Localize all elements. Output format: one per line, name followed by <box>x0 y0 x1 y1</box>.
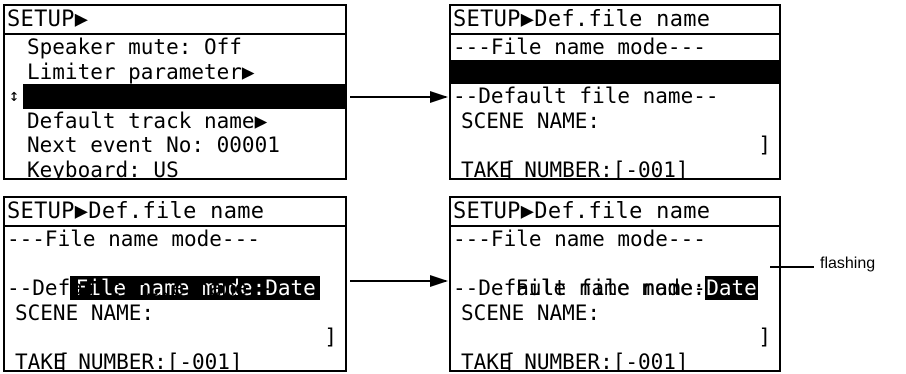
def-file-name-screen: SETUP▶Def.file name ---File name mode---… <box>449 196 781 372</box>
screen-title: SETUP▶Def.file name <box>5 198 345 227</box>
menu-item-speaker-mute[interactable]: Speaker mute: Off <box>5 35 345 60</box>
screen-title: SETUP▶Def.file name <box>451 6 779 35</box>
menu-item-limiter-parameter[interactable]: Limiter parameter▶ <box>5 60 345 85</box>
bracket-right: ] <box>758 133 771 157</box>
menu-item-next-event-no[interactable]: Next event No: 00001 <box>5 133 345 158</box>
callout-label-flashing: flashing <box>820 255 876 272</box>
take-number[interactable]: TAKE NUMBER:[-001] <box>451 158 779 179</box>
section-header-default-file-name: --Default file name-- <box>7 276 273 300</box>
section-header-file-name-mode: ---File name mode--- <box>453 35 706 59</box>
setup-menu-screen: SETUP▶ Speaker mute: Off Limiter paramet… <box>3 4 347 180</box>
scene-name-label: SCENE NAME: <box>15 300 155 325</box>
bracket-right: ] <box>324 325 337 349</box>
cursor-arrows-icon: ↕ <box>5 84 23 109</box>
callout-leader-line <box>770 266 814 268</box>
menu-item-default-track-name[interactable]: Default track name▶ <box>5 109 345 134</box>
scene-name-label: SCENE NAME: <box>461 300 601 325</box>
scene-name-label: SCENE NAME: <box>461 108 601 133</box>
take-number[interactable]: TAKE NUMBER:[-001] <box>5 350 345 371</box>
menu-item-default-file-name[interactable]: ↕ Default file name▶ <box>5 84 345 157</box>
section-header-default-file-name: --Default file name-- <box>453 84 719 108</box>
arrow-right-icon <box>350 275 448 287</box>
screen-title: SETUP▶ <box>5 6 345 35</box>
bracket-right: ] <box>758 325 771 349</box>
def-file-name-screen: SETUP▶Def.file name ---File name mode---… <box>3 196 347 372</box>
scene-name-field[interactable]: [ ] <box>451 325 779 370</box>
arrow-right-icon <box>350 91 448 103</box>
file-name-mode-row[interactable]: File name mode:Date <box>451 59 779 108</box>
section-header-default-file-name: --Default file name-- <box>453 276 719 300</box>
section-header-file-name-mode: ---File name mode--- <box>7 227 260 251</box>
take-number[interactable]: TAKE NUMBER:[-001] <box>451 350 779 371</box>
menu-item-keyboard[interactable]: Keyboard: US <box>5 158 345 179</box>
screen-title: SETUP▶Def.file name <box>451 198 779 227</box>
section-header-file-name-mode: ---File name mode--- <box>453 227 706 251</box>
scene-name-field[interactable]: [ ] <box>5 325 345 370</box>
file-name-mode-row[interactable]: File name mode:Date <box>5 252 345 300</box>
def-file-name-screen: SETUP▶Def.file name ---File name mode---… <box>449 4 781 180</box>
scene-name-field[interactable]: [ ] <box>451 133 779 178</box>
file-name-mode-row[interactable]: File name mode:Date <box>451 252 779 300</box>
